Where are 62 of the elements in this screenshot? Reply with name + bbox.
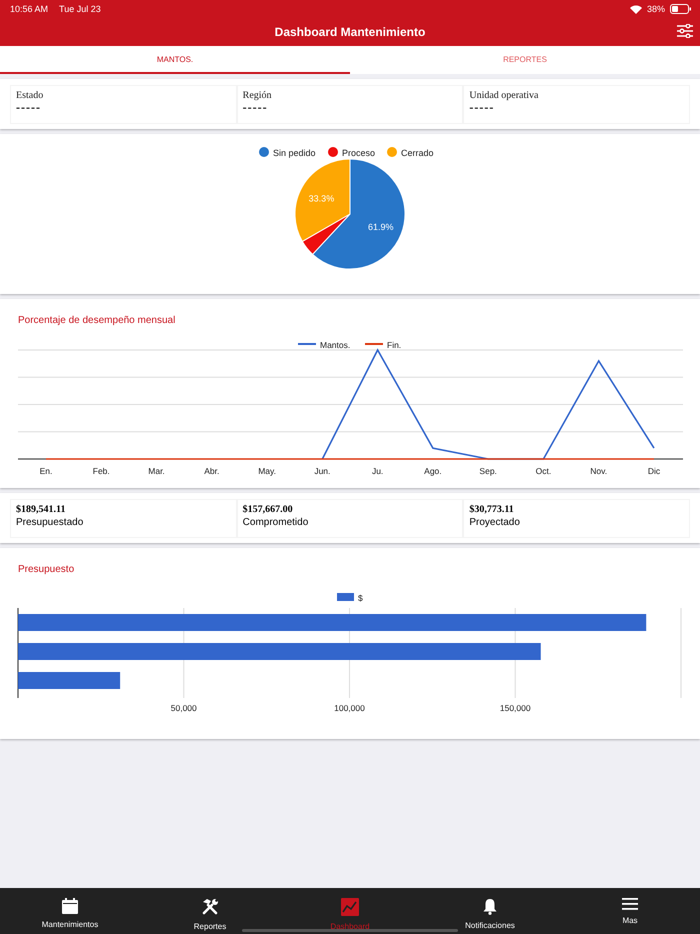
- filter-field[interactable]: Estado -----: [10, 85, 237, 124]
- nav-item[interactable]: Mantenimientos: [0, 888, 140, 934]
- nav-item[interactable]: Mas: [560, 888, 700, 934]
- legend-item: Proceso: [328, 147, 376, 158]
- status-time: 10:56 AM: [10, 4, 48, 14]
- bell-icon: [483, 898, 497, 915]
- slice-label: 61.9%: [368, 222, 394, 232]
- chart-title: Porcentaje de desempeño mensual: [17, 314, 176, 328]
- axis-label: En.: [40, 466, 52, 476]
- legend-label: Sin pedido: [273, 148, 316, 158]
- legend-label: $: [358, 593, 363, 603]
- slice-label: 33.3%: [308, 193, 334, 204]
- chart-icon: [341, 898, 359, 916]
- axis-label: 50,000: [170, 703, 197, 713]
- nav-item[interactable]: Reportes: [140, 888, 280, 934]
- menu-icon: [622, 898, 638, 910]
- filter-label: Estado: [16, 90, 44, 101]
- axis-label: Mar.: [148, 466, 165, 476]
- axis-label: 100,000: [334, 703, 365, 713]
- axis-label: Abr.: [204, 466, 220, 476]
- legend-label: Mantos.: [320, 340, 350, 350]
- filter-value: -----: [469, 101, 496, 113]
- legend-item: Cerrado: [387, 147, 434, 158]
- nav-item[interactable]: Notificaciones: [420, 888, 560, 934]
- budget-label: Presupuestado: [16, 517, 84, 528]
- legend-label: Proceso: [342, 148, 376, 158]
- axis-label: May.: [258, 466, 276, 476]
- axis-label: Dic: [648, 466, 660, 476]
- axis-label: Ago.: [424, 466, 442, 476]
- filter-value: -----: [16, 101, 42, 113]
- axis-label: Jun.: [314, 466, 330, 476]
- legend-item: Mantos.: [298, 340, 350, 350]
- axis-label: Oct.: [536, 466, 552, 476]
- chart-title: Presupuesto: [17, 563, 76, 577]
- legend-label: Cerrado: [401, 148, 434, 158]
- legend-item: Sin pedido: [259, 147, 316, 158]
- axis-label: Sep.: [479, 466, 497, 476]
- filter-label: Unidad operativa: [469, 90, 540, 101]
- legend-item: $: [337, 593, 363, 603]
- budget-label: Proyectado: [469, 517, 521, 528]
- filter-field[interactable]: Región -----: [236, 85, 464, 124]
- filter-value: -----: [242, 101, 268, 113]
- filter-field[interactable]: Unidad operativa -----: [463, 85, 690, 124]
- header-title: Dashboard Mantenimiento: [274, 25, 426, 39]
- battery-percent: 38%: [646, 4, 665, 14]
- legend-item: Fin.: [365, 340, 402, 350]
- axis-label: 150,000: [500, 703, 531, 713]
- settings-icon[interactable]: [677, 24, 693, 38]
- axis-label: Feb.: [92, 466, 110, 476]
- legend-label: Fin.: [387, 340, 402, 350]
- status-date: Tue Jul 23: [59, 4, 101, 14]
- budget-amount: $157,667.00: [242, 504, 294, 515]
- calendar-icon: [62, 898, 78, 914]
- tools-icon: [201, 898, 219, 916]
- wifi-icon: [630, 4, 642, 14]
- filter-label: Región: [242, 90, 273, 101]
- budget-label: Comprometido: [242, 517, 310, 528]
- budget-amount: $189,541.11: [16, 504, 66, 515]
- axis-label: Nov.: [590, 466, 608, 476]
- budget-amount: $30,773.11: [469, 504, 515, 515]
- battery-icon: [670, 4, 692, 14]
- axis-label: Ju.: [372, 466, 384, 476]
